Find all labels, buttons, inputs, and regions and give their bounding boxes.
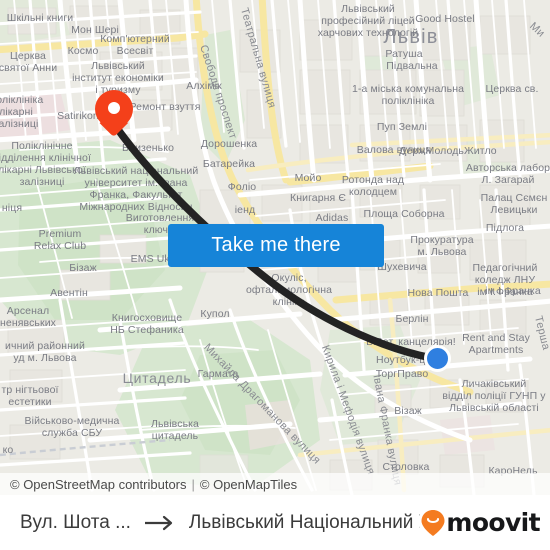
route-origin-label[interactable]: Вул. Шота ... — [20, 512, 131, 534]
take-me-there-button[interactable]: Take me there — [168, 224, 384, 267]
moovit-wordmark: moovit — [446, 508, 540, 537]
moovit-pin-icon — [421, 509, 445, 536]
moovit-logo[interactable]: moovit — [420, 508, 541, 537]
moovit-map-screen: .blk{fill:#e8e6e0;stroke:#dedcd5;stroke-… — [0, 0, 550, 550]
route-destination-label[interactable]: Львівський Національний Універ... — [189, 512, 420, 534]
attribution-osm[interactable]: © OpenStreetMap contributors — [10, 477, 187, 492]
map-attribution: © OpenStreetMap contributors | © OpenMap… — [0, 473, 550, 495]
route-footer-bar: Вул. Шота ... Львівський Національний Ун… — [0, 495, 550, 550]
attribution-separator: | — [191, 476, 195, 492]
arrow-right-icon — [143, 515, 177, 531]
map-canvas[interactable]: .blk{fill:#e8e6e0;stroke:#dedcd5;stroke-… — [0, 0, 550, 495]
origin-pin-hole — [108, 102, 120, 114]
attribution-openmaptiles[interactable]: © OpenMapTiles — [200, 477, 297, 492]
origin-pin[interactable] — [95, 90, 133, 140]
destination-dot[interactable] — [424, 345, 451, 372]
